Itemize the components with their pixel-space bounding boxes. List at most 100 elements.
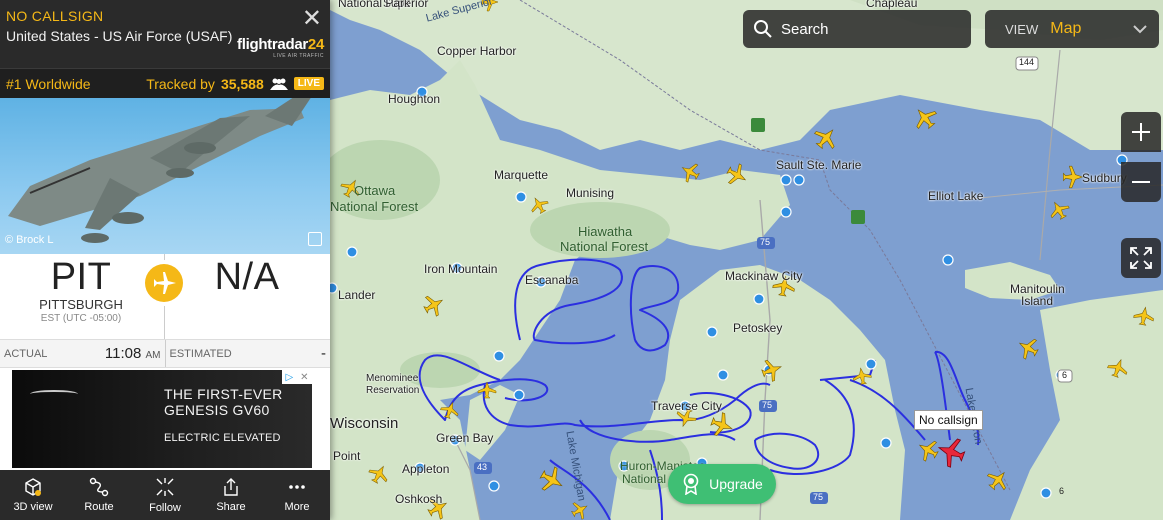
origin-airport[interactable]: PIT PITTSBURGH EST (UTC -05:00) xyxy=(0,254,162,324)
search-label: Search xyxy=(781,20,829,38)
search-icon xyxy=(754,20,772,38)
tracked-info: Tracked by 35,588 LIVE xyxy=(146,76,324,92)
map-label-houghton: Houghton xyxy=(388,92,441,106)
aircraft-photo[interactable]: © Brock L xyxy=(0,98,330,254)
map-label-hiawatha: Hiawatha xyxy=(578,224,633,239)
follow-icon xyxy=(156,478,174,496)
map-label-huron-national: National xyxy=(622,472,667,486)
map-label-elliot-lake: Elliot Lake xyxy=(928,189,984,203)
fullscreen-button[interactable] xyxy=(1121,238,1161,278)
logo-brand: flightradar xyxy=(237,36,308,53)
map-label-hiawatha-nf: National Forest xyxy=(560,239,649,254)
estimated-label: ESTIMATED xyxy=(169,347,232,360)
follow-button[interactable]: Follow xyxy=(132,470,198,520)
flight-info-panel: NO CALLSIGN United States - US Air Force… xyxy=(0,0,330,520)
share-icon xyxy=(224,478,238,496)
actual-ampm: AM xyxy=(145,350,161,361)
panel-toolbar: 3D view Route Follow Share More xyxy=(0,470,330,520)
share-label: Share xyxy=(216,501,246,513)
zoom-out-button[interactable] xyxy=(1121,162,1161,202)
cube-icon xyxy=(25,478,41,496)
map-shield-6b: 6 xyxy=(1059,486,1065,496)
map-shield-75c: 75 xyxy=(813,492,824,502)
map-label-munising: Munising xyxy=(566,186,615,200)
map-label-reservation: Reservation xyxy=(366,385,420,396)
route-summary: PIT PITTSBURGH EST (UTC -05:00) N/A xyxy=(0,254,330,340)
actual-time: 11:08 AM xyxy=(105,345,161,362)
map-label-iron-mountain: Iron Mountain xyxy=(424,262,498,276)
route-button[interactable]: Route xyxy=(66,470,132,520)
view-label: VIEW xyxy=(1005,21,1039,37)
follow-label: Follow xyxy=(149,502,181,514)
actual-time-cell: ACTUAL 11:08 AM xyxy=(0,340,166,367)
map-label-green-bay: Green Bay xyxy=(436,431,494,445)
destination-airport[interactable]: N/A xyxy=(164,254,330,299)
estimated-time-cell: ESTIMATED - xyxy=(166,340,331,367)
rank-text: #1 Worldwide xyxy=(6,75,91,92)
route-icon xyxy=(89,477,109,497)
live-badge: LIVE xyxy=(293,77,324,90)
advertisement[interactable]: THE FIRST-EVER GENESIS GV60 ELECTRIC ELE… xyxy=(12,370,312,468)
badge-icon xyxy=(683,473,699,495)
close-icon[interactable]: ✕ xyxy=(302,4,322,33)
estimated-value: - xyxy=(321,345,326,362)
map-label-appleton: Appleton xyxy=(402,462,450,476)
map-label-traverse-city: Traverse City xyxy=(651,399,722,413)
map-label-ottawa: Ottawa xyxy=(354,183,396,198)
map-label-point: Point xyxy=(333,449,361,463)
map-label-ottawa-nf: National Forest xyxy=(330,199,419,214)
plus-icon xyxy=(1132,123,1150,141)
map-label-escanaba: Escanaba xyxy=(525,273,579,287)
more-button[interactable]: More xyxy=(264,470,330,520)
map-shield-6: 6 xyxy=(1062,370,1068,380)
map-label-mackinaw: Mackinaw City xyxy=(725,269,803,283)
tracked-count: 35,588 xyxy=(220,75,264,92)
zoom-in-button[interactable] xyxy=(1121,112,1161,152)
map-shield-75a: 75 xyxy=(760,237,771,247)
3d-view-button[interactable]: 3D view xyxy=(0,470,66,520)
more-label: More xyxy=(284,501,310,513)
ad-headline-line2: GENESIS GV60 xyxy=(164,402,270,418)
logo-sub: LIVE AIR TRAFFIC xyxy=(273,53,324,59)
map-label-menominee: Menominee xyxy=(366,373,419,384)
photo-credit: © Brock L xyxy=(5,234,54,246)
fr24-logo: flightradar24 LIVE AIR TRAFFIC xyxy=(237,36,324,59)
map-label-sault: Sault Ste. Marie xyxy=(776,158,862,172)
ad-choices-icon[interactable]: ▷ ✕ xyxy=(282,370,312,384)
ad-subline: ELECTRIC ELEVATED xyxy=(164,432,281,444)
map-label-copper-harbor: Copper Harbor xyxy=(437,44,517,58)
kc135-aircraft-image xyxy=(8,98,311,243)
map-shield-144: 144 xyxy=(1019,57,1035,67)
map-label-chapleau: Chapleau xyxy=(866,0,918,10)
map-label-sudbury: Sudbury xyxy=(1082,171,1127,185)
view-selector[interactable]: VIEW Map xyxy=(985,10,1159,48)
origin-timezone: EST (UTC -05:00) xyxy=(40,313,122,324)
map-label-wisconsin: Wisconsin xyxy=(330,415,399,432)
external-link-icon[interactable] xyxy=(308,232,322,246)
3d-view-label: 3D view xyxy=(13,501,53,513)
ad-headline-line1: THE FIRST-EVER xyxy=(164,386,283,402)
genesis-logo xyxy=(30,390,78,398)
more-icon xyxy=(289,485,305,489)
map-label-national-park: National Park xyxy=(338,0,411,10)
origin-code: PIT xyxy=(50,256,112,298)
map-shield-75b: 75 xyxy=(762,400,773,410)
search-button[interactable]: Search xyxy=(743,10,971,48)
map-shield-43: 43 xyxy=(477,462,488,472)
map-label-oshkosh: Oshkosh xyxy=(395,492,443,506)
tracked-prefix: Tracked by xyxy=(146,75,215,92)
ad-headline: THE FIRST-EVER GENESIS GV60 xyxy=(164,386,283,418)
panel-header: NO CALLSIGN United States - US Air Force… xyxy=(0,0,330,68)
upgrade-label: Upgrade xyxy=(709,476,763,492)
actual-label: ACTUAL xyxy=(4,347,48,360)
route-label: Route xyxy=(84,501,114,513)
map-label-lander: Lander xyxy=(338,288,376,302)
view-value: Map xyxy=(1050,20,1082,37)
rank-bar: #1 Worldwide Tracked by 35,588 LIVE xyxy=(0,68,330,98)
destination-code: N/A xyxy=(214,256,280,298)
upgrade-button[interactable]: Upgrade xyxy=(668,464,776,504)
aircraft-tooltip: No callsign xyxy=(914,410,983,430)
people-icon xyxy=(269,78,288,90)
actual-time-value: 11:08 xyxy=(104,345,142,362)
share-button[interactable]: Share xyxy=(198,470,264,520)
